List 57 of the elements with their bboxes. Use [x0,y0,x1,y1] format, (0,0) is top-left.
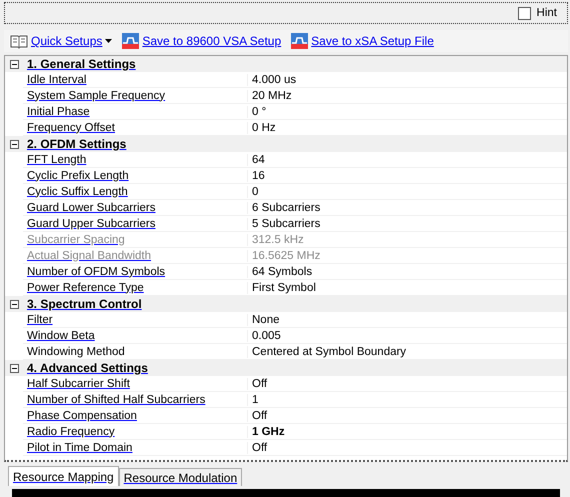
property-value[interactable]: 5 Subcarriers [248,218,320,230]
property-value[interactable]: 64 Symbols [248,266,312,278]
collapse-toggle[interactable] [10,300,19,308]
property-name[interactable]: Window Beta [23,330,248,342]
property-name[interactable]: Half Subcarrier Shift [23,378,248,390]
save-button[interactable]: Save to 89600 VSA Setup [120,33,284,49]
property-value[interactable]: None [248,314,280,326]
property-name[interactable]: FFT Length [23,154,248,166]
collapse-toggle[interactable] [10,364,19,372]
property-name[interactable]: Cyclic Prefix Length [23,170,248,182]
collapse-toggle[interactable] [10,140,19,148]
property-value[interactable]: 0 [248,186,258,198]
property-name[interactable]: Initial Phase [23,106,248,118]
property-value[interactable]: 4.000 us [248,74,296,86]
property-value[interactable]: 6 Subcarriers [248,202,320,214]
category-title: 2. OFDM Settings [27,137,126,151]
save-button[interactable]: Save to xSA Setup File [289,33,436,49]
property-value[interactable]: Off [248,410,268,422]
category-title: 3. Spectrum Control [27,297,142,311]
waveform-icon [291,33,308,49]
property-value[interactable]: 1 GHz [248,426,285,438]
property-value[interactable]: 16 [248,170,265,182]
property-name[interactable]: Power Reference Type [23,282,248,294]
property-value[interactable]: 1 [248,394,258,406]
tab[interactable]: Resource Mapping [8,466,119,486]
property-name[interactable]: System Sample Frequency [23,90,248,102]
property-name[interactable]: Number of Shifted Half Subcarriers [23,394,248,406]
book-icon [10,34,28,48]
property-name[interactable]: Guard Lower Subcarriers [23,202,248,214]
property-name[interactable]: Cyclic Suffix Length [23,186,248,198]
waveform-icon [122,33,140,49]
property-name[interactable]: Idle Interval [23,74,248,86]
property-value[interactable]: Off [248,442,268,454]
property-name[interactable]: Guard Upper Subcarriers [23,218,248,230]
property-value[interactable]: 0 ° [248,106,266,118]
property-value[interactable]: 0.005 [248,330,281,342]
tab[interactable]: Resource Modulation [118,468,242,486]
property-name[interactable]: Filter [23,314,248,326]
property-value[interactable]: Centered at Symbol Boundary [248,346,406,358]
quick-setups-button[interactable]: Quick Setups [8,34,114,48]
category-title: 1. General Settings [27,57,136,71]
hint-label: Hint [536,7,557,19]
property-name[interactable]: Number of OFDM Symbols [23,266,248,278]
property-value[interactable]: 64 [248,154,265,166]
caret-icon [105,39,112,43]
property-name[interactable]: Windowing Method [23,346,248,358]
property-value[interactable]: 20 MHz [248,90,292,102]
property-value[interactable]: First Symbol [248,282,316,294]
collapse-toggle[interactable] [10,60,19,68]
property-value[interactable]: 0 Hz [248,122,276,134]
property-name[interactable]: Phase Compensation [23,410,248,422]
property-name[interactable]: Radio Frequency [23,426,248,438]
property-name[interactable]: Frequency Offset [23,122,248,134]
property-value[interactable]: Off [248,378,268,390]
property-name[interactable]: Pilot in Time Domain [23,442,248,454]
category-title: 4. Advanced Settings [27,361,148,375]
hint-checkbox[interactable] [518,6,531,20]
